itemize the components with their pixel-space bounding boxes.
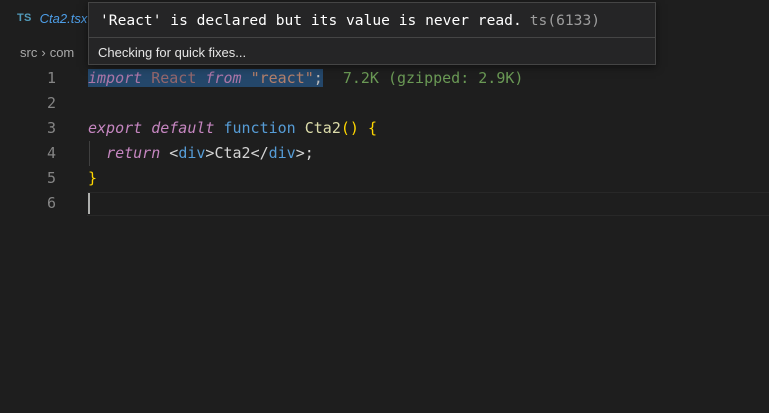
code-line-2: 2 [0,91,769,116]
closing-tag-bracket-close: > [295,144,305,162]
code-line-5: 5 } [0,166,769,191]
hover-error-code[interactable]: ts(6133) [530,12,600,29]
typescript-icon: TS [17,12,32,24]
code-line-3: 3 export default function Cta2() { [0,116,769,141]
chevron-right-icon: › [41,44,46,60]
line-number: 5 [46,169,56,187]
brace-close: } [88,169,98,187]
code-text: } [88,166,97,191]
keyword-export: export [88,119,143,137]
parens: () [340,119,359,137]
code-text: return <div>Cta2</div>; [88,141,314,166]
quick-fix-status: Checking for quick fixes... [98,44,247,60]
diagnostic-hover: 'React' is declared but its value is nev… [88,2,656,65]
tab-label: Cta2.tsx [39,10,88,26]
jsx-tag-open: div [178,144,206,162]
code-text: export default function Cta2() { [88,116,377,141]
breadcrumb-item-components[interactable]: com [50,45,75,60]
code-text: import React from "react"; 7.2K (gzipped:… [88,66,523,91]
closing-tag-bracket-open: </ [250,144,269,162]
hover-message: 'React' is declared but its value is nev… [100,11,522,29]
tab-cta2[interactable]: TS Cta2.tsx [0,0,100,36]
function-name: Cta2 [304,119,341,137]
keyword-import: import [88,69,143,87]
breadcrumb-item-src[interactable]: src [20,45,37,60]
line-number: 2 [46,94,56,112]
line-number: 4 [46,144,56,162]
code-editor[interactable]: 1 import React from "react"; 7.2K (gzippe… [0,66,769,413]
unused-import-highlight: import React from "react"; [88,69,323,87]
code-line-1: 1 import React from "react"; 7.2K (gzippe… [0,66,769,91]
jsx-text: Cta2 [214,144,251,162]
semicolon: ; [313,69,323,87]
identifier-react: React [151,69,197,87]
tag-bracket-open: < [169,144,179,162]
hover-message-row: 'React' is declared but its value is nev… [89,3,655,38]
brace-open: { [367,119,377,137]
keyword-function: function [223,119,296,137]
code-line-6: 6 [0,191,769,216]
code-line-4: 4 return <div>Cta2</div>; [0,141,769,166]
import-size-hint: 7.2K (gzipped: 2.9K) [342,69,524,87]
line-number: 6 [46,194,56,212]
line-number: 3 [46,119,56,137]
keyword-return: return [106,144,161,162]
line-number: 1 [46,69,56,87]
keyword-from: from [205,69,242,87]
keyword-default: default [151,119,215,137]
text-cursor [88,193,90,214]
current-line-highlight [87,192,769,216]
module-string: "react" [250,69,314,87]
jsx-tag-close: div [268,144,296,162]
semicolon: ; [304,144,314,162]
